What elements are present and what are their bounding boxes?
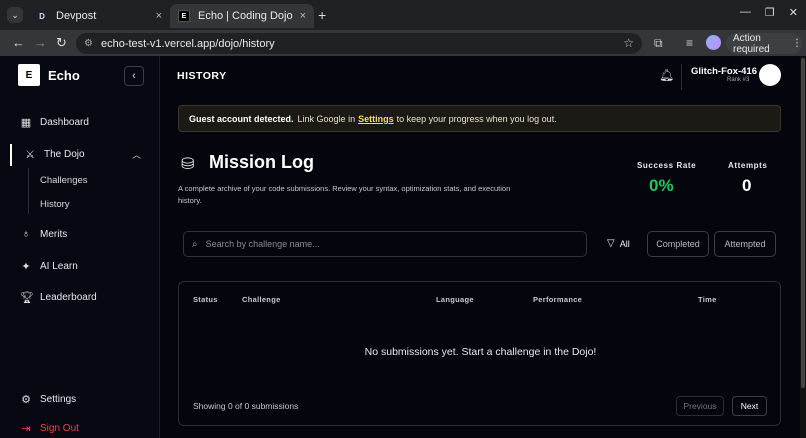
action-required-button[interactable]: Action required ⋮ — [726, 32, 802, 55]
column-header-challenge: Challenge — [242, 295, 281, 304]
browser-tab-bar: ⌄ D Devpost × E Echo | Coding Dojo and C… — [0, 0, 806, 30]
active-indicator — [10, 144, 12, 166]
main-content: HISTORY 🔔︎ Glitch-Fox-416 Rank #3 🐱︎ Gue… — [161, 56, 806, 438]
close-icon[interactable]: × — [300, 10, 306, 22]
avatar[interactable]: 🐱︎ — [759, 64, 781, 86]
app-name: Echo — [48, 68, 80, 83]
username: Glitch-Fox-416 — [691, 66, 757, 77]
mission-title: Mission Log — [209, 152, 314, 172]
tab-title: Devpost — [56, 10, 97, 22]
sidebar-item-label: Merits — [40, 228, 68, 240]
filter-all-button[interactable]: ▽ All — [607, 238, 630, 249]
attempts-value: 0 — [742, 176, 752, 195]
previous-button[interactable]: Previous — [676, 396, 724, 416]
banner-text: Link Google in — [297, 113, 356, 124]
minimize-icon[interactable]: — — [740, 6, 751, 19]
rank-label: Rank #3 — [727, 77, 750, 83]
subnav-line — [28, 168, 29, 214]
next-button[interactable]: Next — [732, 396, 767, 416]
search-icon: ⌕ — [192, 238, 198, 250]
scrollbar-thumb[interactable] — [801, 58, 805, 388]
empty-state-message: No submissions yet. Start a challenge in… — [364, 346, 597, 358]
sign-out-button[interactable]: ⇥ Sign Out — [20, 422, 79, 435]
mission-description: A complete archive of your code submissi… — [178, 184, 511, 205]
attempts-label: Attempts — [728, 161, 768, 170]
tab-devpost[interactable]: D Devpost × — [28, 4, 170, 28]
back-icon[interactable]: ← — [12, 35, 25, 50]
filter-completed-button[interactable]: Completed — [647, 231, 709, 257]
sign-out-label: Sign Out — [40, 423, 79, 434]
column-header-performance: Performance — [533, 295, 583, 304]
trophy-icon: 🏆︎ — [20, 292, 34, 304]
search-input[interactable]: ⌕ Search by challenge name... — [183, 231, 587, 257]
sidebar-item-history[interactable]: History — [40, 199, 70, 210]
sidebar-item-label: Leaderboard — [40, 292, 97, 303]
logo: E — [18, 64, 40, 86]
search-placeholder: Search by challenge name... — [205, 239, 320, 249]
extensions-icon[interactable]: ⧉ — [654, 36, 663, 51]
sidebar: E Echo ‹ ▦ Dashboard ⚔ The Dojo ︿ Challe… — [0, 56, 160, 438]
collapse-sidebar-button[interactable]: ‹ — [124, 66, 144, 86]
column-header-time: Time — [698, 295, 717, 304]
window-controls: — ❐ ✕ — [740, 6, 798, 19]
sidebar-item-dashboard[interactable]: ▦ Dashboard — [20, 116, 89, 129]
success-rate-value: 0% — [649, 176, 674, 195]
echo-favicon-icon: E — [178, 10, 190, 22]
browser-toolbar: ← → ↻ ⚙ echo-test-v1.vercel.app/dojo/his… — [0, 30, 806, 56]
tab-title: Echo | Coding Dojo and C — [198, 10, 296, 22]
banner-text-end: to keep your progress when you log out. — [396, 113, 557, 124]
filter-attempted-button[interactable]: Attempted — [714, 231, 776, 257]
sidebar-item-leaderboard[interactable]: 🏆︎ Leaderboard — [20, 291, 97, 304]
success-rate-label: Success Rate — [637, 161, 697, 170]
logout-icon: ⇥ — [21, 423, 31, 435]
tab-echo[interactable]: E Echo | Coding Dojo and C × — [170, 4, 314, 28]
app-root: E Echo ‹ ▦ Dashboard ⚔ The Dojo ︿ Challe… — [0, 56, 806, 438]
address-bar[interactable]: ⚙ echo-test-v1.vercel.app/dojo/history ☆ — [76, 33, 642, 54]
guest-warning-banner: Guest account detected. Link Google in S… — [178, 105, 781, 132]
medal-icon: ♁ — [21, 228, 31, 240]
sparkles-icon: ✦ — [21, 261, 31, 273]
sidebar-item-ai-learn[interactable]: ✦ AI Learn — [20, 260, 78, 273]
sidebar-item-label: Dashboard — [40, 117, 89, 128]
bell-icon[interactable]: 🔔︎ — [659, 68, 674, 82]
bookmark-star-icon[interactable]: ☆ — [623, 36, 634, 50]
filter-all-label: All — [619, 238, 630, 249]
settings-link[interactable]: Settings — [358, 114, 394, 124]
database-icon: ⛁ — [181, 156, 195, 173]
new-tab-button[interactable]: + — [318, 7, 326, 23]
action-required-label: Action required — [733, 32, 770, 55]
pagination-summary: Showing 0 of 0 submissions — [193, 401, 299, 411]
close-window-icon[interactable]: ✕ — [789, 6, 798, 19]
forward-icon[interactable]: → — [34, 35, 47, 50]
page-title: HISTORY — [177, 70, 227, 82]
sidebar-item-settings[interactable]: ⚙ Settings — [20, 393, 76, 406]
header-divider — [681, 64, 682, 90]
restore-icon[interactable]: ❐ — [765, 6, 775, 19]
reload-icon[interactable]: ↻ — [56, 35, 67, 51]
gear-icon: ⚙ — [21, 394, 31, 406]
sword-icon: ⚔ — [25, 149, 35, 161]
sidebar-item-label: AI Learn — [40, 261, 78, 272]
sidebar-item-merits[interactable]: ♁ Merits — [20, 228, 67, 240]
more-vert-icon: ⋮ — [792, 38, 802, 49]
filter-icon: ▽ — [607, 238, 615, 249]
profile-avatar[interactable] — [706, 35, 721, 50]
dashboard-icon: ▦ — [20, 117, 32, 129]
site-info-icon[interactable]: ⚙ — [84, 38, 93, 49]
scrollbar[interactable] — [800, 56, 806, 438]
tab-search-button[interactable]: ⌄ — [7, 7, 23, 23]
url-text: echo-test-v1.vercel.app/dojo/history — [100, 37, 275, 50]
devpost-favicon-icon: D — [39, 11, 45, 21]
sidebar-item-dojo[interactable]: ⚔ The Dojo — [24, 148, 85, 161]
column-header-language: Language — [436, 295, 474, 304]
close-icon[interactable]: × — [156, 10, 162, 22]
sidebar-item-challenges[interactable]: Challenges — [40, 175, 88, 186]
chevron-up-icon[interactable]: ︿ — [132, 148, 141, 161]
sidebar-item-label: The Dojo — [44, 149, 85, 160]
sidebar-item-label: Settings — [40, 394, 77, 405]
column-header-status: Status — [193, 295, 218, 304]
banner-bold-text: Guest account detected. — [189, 113, 294, 124]
media-icon[interactable]: ≡ — [686, 36, 693, 50]
submissions-table: Status Challenge Language Performance Ti… — [178, 281, 781, 426]
